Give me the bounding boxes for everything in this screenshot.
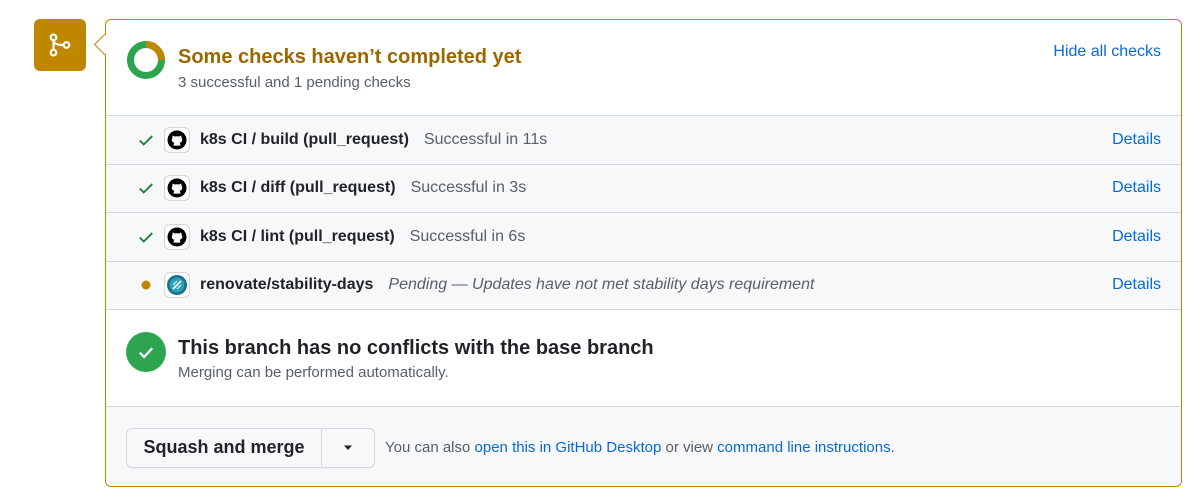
dot-icon <box>136 275 156 295</box>
check-name: renovate/stability-days <box>200 276 374 293</box>
checks-header-text: Some checks haven’t completed yet 3 succ… <box>178 40 1161 115</box>
check-icon <box>136 178 156 198</box>
squash-and-merge-button[interactable]: Squash and merge <box>127 428 322 467</box>
git-branch-icon <box>49 33 71 57</box>
merge-hint-suffix: . <box>890 438 895 456</box>
check-circle-icon <box>126 331 166 372</box>
check-description: Pending — Updates have not met stability… <box>388 276 815 293</box>
conflicts-subtitle: Merging can be performed automatically. <box>178 363 449 381</box>
checks-subtitle: 3 successful and 1 pending checks <box>178 74 411 91</box>
check-row: renovate/stability-days Pending — Update… <box>106 261 1181 310</box>
merge-hint-prefix: You can also <box>385 438 475 456</box>
merge-method-dropdown-button[interactable] <box>322 429 374 467</box>
merge-status-badge <box>34 19 86 71</box>
conflicts-text: This branch has no conflicts with the ba… <box>178 332 654 406</box>
checks-header: Some checks haven’t completed yet 3 succ… <box>106 20 1181 116</box>
merge-hint-middle: or view <box>661 438 718 456</box>
conflicts-section: This branch has no conflicts with the ba… <box>106 310 1181 407</box>
merge-area: Squash and merge You can also open this … <box>106 406 1181 486</box>
conflicts-title: This branch has no conflicts with the ba… <box>178 336 654 359</box>
checks-progress-donut-icon <box>127 41 165 79</box>
check-details-link[interactable]: Details <box>1112 179 1161 197</box>
check-name: k8s CI / diff (pull_request) <box>200 179 396 197</box>
merge-panel: Some checks haven’t completed yet 3 succ… <box>105 19 1182 487</box>
check-description: Successful in 3s <box>410 179 527 197</box>
merge-button-group: Squash and merge <box>126 427 375 468</box>
check-details-link[interactable]: Details <box>1112 276 1161 294</box>
check-icon <box>136 227 156 247</box>
hide-all-checks-link[interactable]: Hide all checks <box>1053 43 1161 61</box>
check-details-link[interactable]: Details <box>1112 228 1161 246</box>
check-details-link[interactable]: Details <box>1112 131 1161 149</box>
open-github-desktop-link[interactable]: open this in GitHub Desktop <box>475 439 662 456</box>
checks-title: Some checks haven’t completed yet <box>178 46 522 68</box>
merge-hint: You can also open this in GitHub Desktop… <box>385 439 895 456</box>
check-row: k8s CI / lint (pull_request) Successful … <box>106 213 1181 262</box>
triangle-down-icon <box>344 445 352 450</box>
check-name: k8s CI / lint (pull_request) <box>200 227 395 245</box>
check-description: Successful in 11s <box>423 130 548 148</box>
check-row: k8s CI / diff (pull_request) Successful … <box>106 164 1181 213</box>
github-mark-icon[interactable] <box>164 126 190 153</box>
check-icon <box>136 130 156 150</box>
check-row: k8s CI / build (pull_request) Successful… <box>106 116 1181 165</box>
check-description: Successful in 6s <box>409 227 526 245</box>
merge-box-page: Some checks haven’t completed yet 3 succ… <box>0 0 1200 497</box>
renovate-icon[interactable] <box>164 272 190 298</box>
check-name: k8s CI / build (pull_request) <box>200 130 409 148</box>
github-mark-icon[interactable] <box>164 223 190 250</box>
command-line-instructions-link[interactable]: command line instructions <box>717 439 890 456</box>
github-mark-icon[interactable] <box>164 175 190 202</box>
